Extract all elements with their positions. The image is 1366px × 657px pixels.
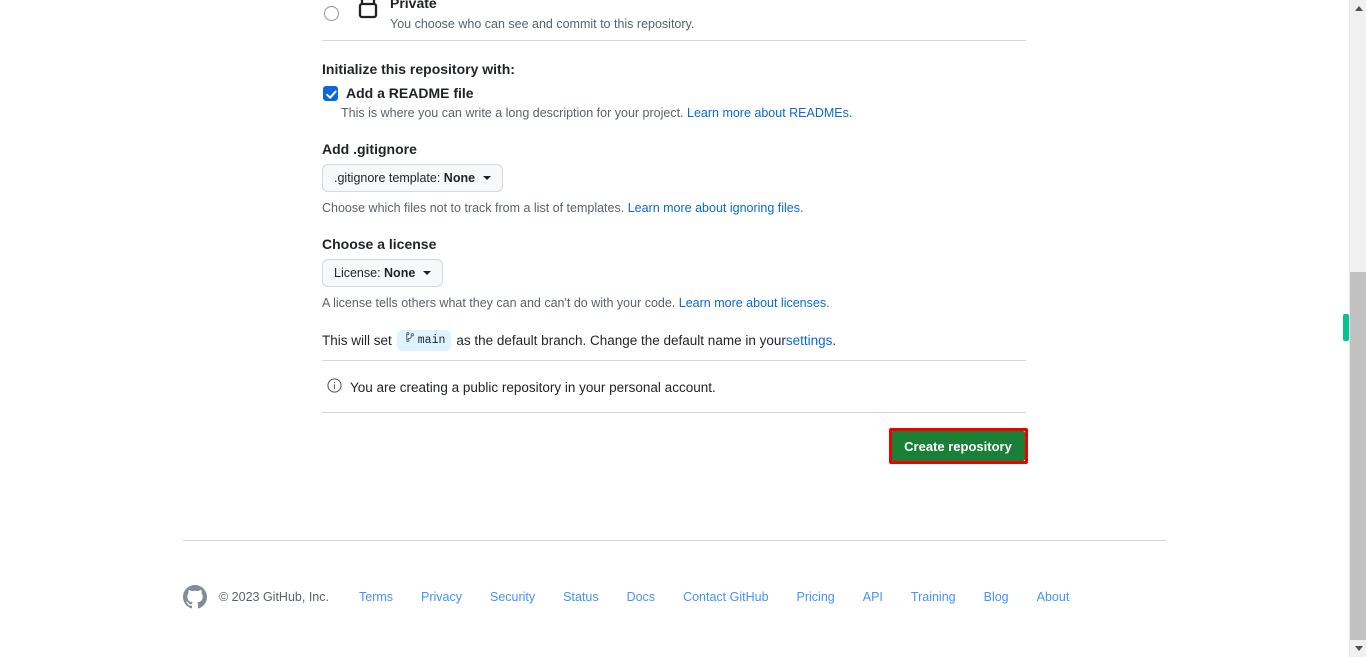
footer-link-docs[interactable]: Docs xyxy=(627,590,655,604)
lock-icon xyxy=(356,0,380,19)
default-branch-period: . xyxy=(832,333,837,348)
footer: © 2023 GitHub, Inc. Terms Privacy Securi… xyxy=(183,585,1069,609)
info-icon xyxy=(327,378,342,398)
visibility-description: You choose who can see and commit to thi… xyxy=(390,17,695,31)
license-dropdown-prefix: License: xyxy=(334,266,385,280)
scrollbar-up-button[interactable] xyxy=(1350,0,1366,17)
page-root: Private You choose who can see and commi… xyxy=(0,0,1366,657)
gitignore-dropdown-value: None xyxy=(443,171,476,185)
readme-learn-more-link[interactable]: Learn more about READMEs. xyxy=(687,106,852,120)
footer-link-pricing[interactable]: Pricing xyxy=(797,590,835,604)
default-branch-name: main xyxy=(417,334,446,347)
chevron-down-icon xyxy=(483,176,492,180)
license-dropdown[interactable]: License: None xyxy=(322,259,444,287)
visibility-title: Private xyxy=(390,0,437,11)
chevron-down-icon xyxy=(1354,646,1363,651)
footer-link-security[interactable]: Security xyxy=(490,590,535,604)
footer-link-about[interactable]: About xyxy=(1037,590,1070,604)
scrollbar-thumb[interactable] xyxy=(1350,272,1366,640)
license-help-text: A license tells others what they can and… xyxy=(322,296,679,310)
public-repo-notice-text: You are creating a public repository in … xyxy=(350,380,716,395)
footer-link-api[interactable]: API xyxy=(863,590,883,604)
license-help: A license tells others what they can and… xyxy=(322,295,830,312)
license-heading: Choose a license xyxy=(322,236,437,252)
license-dropdown-value: None xyxy=(384,266,416,280)
default-branch-suffix: as the default branch. Change the defaul… xyxy=(456,333,786,348)
footer-link-terms[interactable]: Terms xyxy=(359,590,393,604)
license-learn-more-link[interactable]: Learn more about licenses. xyxy=(679,296,830,310)
footer-link-training[interactable]: Training xyxy=(911,590,956,604)
divider-footer xyxy=(183,540,1166,541)
checkbox-add-readme[interactable] xyxy=(323,86,338,101)
github-mark-icon xyxy=(183,585,207,609)
radio-private[interactable] xyxy=(324,6,339,21)
chevron-down-icon xyxy=(423,271,432,275)
footer-link-contact-github[interactable]: Contact GitHub xyxy=(683,590,768,604)
gitignore-learn-more-link[interactable]: Learn more about ignoring files. xyxy=(628,201,804,215)
public-repo-notice: You are creating a public repository in … xyxy=(327,378,716,398)
gitignore-dropdown-prefix: .gitignore template: xyxy=(334,171,444,185)
readme-label[interactable]: Add a README file xyxy=(346,85,474,102)
gitignore-dropdown-text: .gitignore template: None xyxy=(334,171,475,185)
gitignore-help: Choose which files not to track from a l… xyxy=(322,200,804,217)
default-branch-badge: main xyxy=(396,330,452,351)
default-branch-note: This will set main as the default branch… xyxy=(322,330,836,351)
copyright-text: © 2023 GitHub, Inc. xyxy=(219,590,329,604)
scrollbar-position-marker xyxy=(1343,314,1349,341)
license-dropdown-text: License: None xyxy=(334,266,415,280)
divider-branch xyxy=(322,360,1026,361)
chevron-up-icon xyxy=(1354,6,1363,11)
footer-link-status[interactable]: Status xyxy=(563,590,598,604)
gitignore-template-dropdown[interactable]: .gitignore template: None xyxy=(322,164,504,192)
footer-link-privacy[interactable]: Privacy xyxy=(421,590,462,604)
divider-notice xyxy=(322,412,1026,413)
vertical-scrollbar[interactable] xyxy=(1349,0,1366,657)
default-branch-prefix: This will set xyxy=(322,333,392,348)
visibility-option-private[interactable]: Private You choose who can see and commi… xyxy=(322,0,1026,40)
visibility-section: Private You choose who can see and commi… xyxy=(322,0,1026,40)
gitignore-help-text: Choose which files not to track from a l… xyxy=(322,201,628,215)
gitignore-heading: Add .gitignore xyxy=(322,141,417,157)
readme-description-text: This is where you can write a long descr… xyxy=(341,106,687,120)
settings-link[interactable]: settings xyxy=(786,331,833,350)
readme-description: This is where you can write a long descr… xyxy=(341,105,852,122)
scrollbar-down-button[interactable] xyxy=(1350,640,1366,657)
footer-links: Terms Privacy Security Status Docs Conta… xyxy=(359,590,1069,604)
git-branch-icon xyxy=(403,331,415,350)
initialize-heading: Initialize this repository with: xyxy=(322,61,515,77)
create-repository-button[interactable]: Create repository xyxy=(890,430,1026,462)
footer-link-blog[interactable]: Blog xyxy=(984,590,1009,604)
divider-visibility xyxy=(322,40,1026,41)
